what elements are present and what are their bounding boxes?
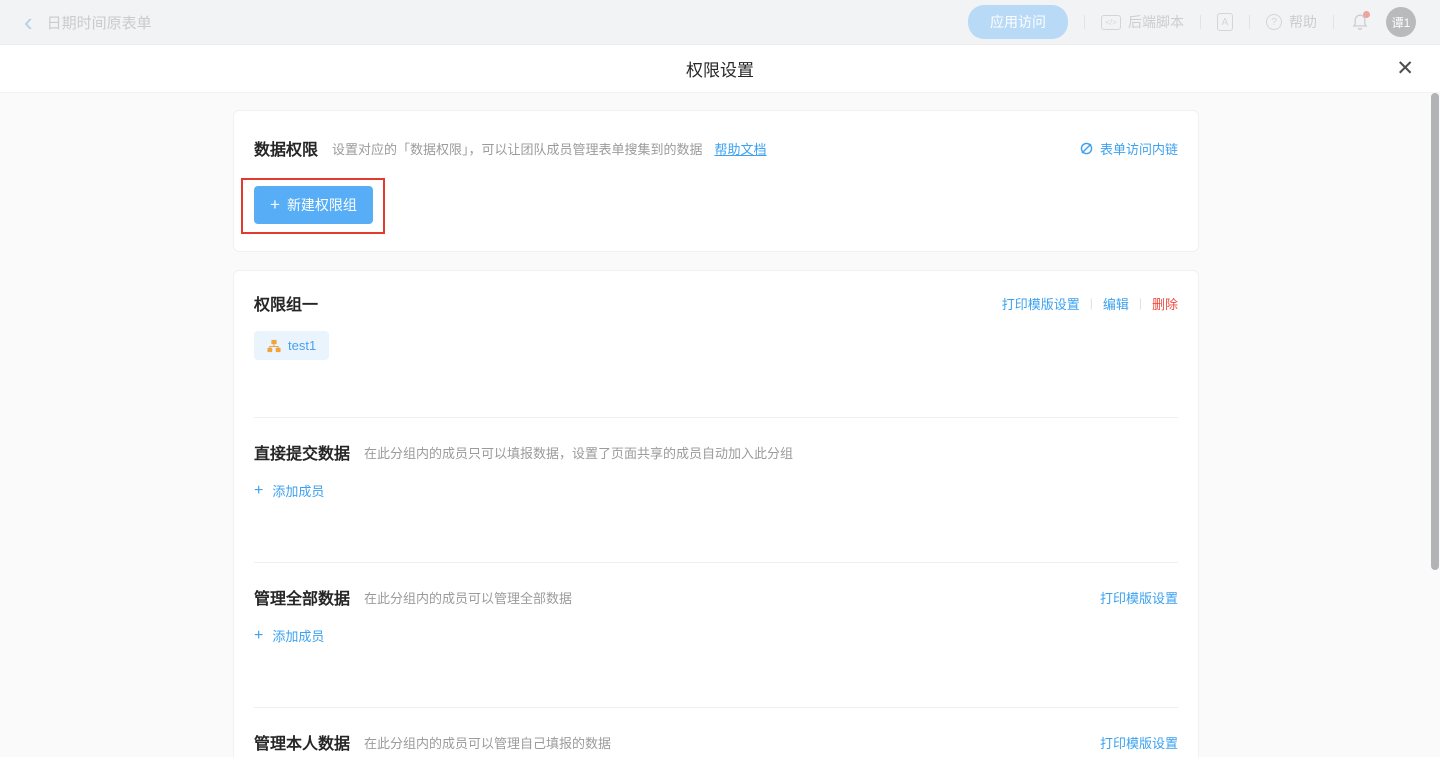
section-title: 直接提交数据: [254, 440, 350, 464]
section-direct-submit: 直接提交数据 在此分组内的成员只可以填报数据，设置了页面共享的成员自动加入此分组…: [254, 417, 1178, 562]
scrollbar-thumb[interactable]: [1431, 93, 1439, 570]
modal-title: 权限设置: [686, 56, 754, 81]
add-member-button[interactable]: + 添加成员: [254, 481, 324, 500]
new-permission-group-button[interactable]: + 新建权限组: [254, 186, 373, 224]
code-icon: </>: [1101, 15, 1121, 30]
print-template-link[interactable]: 打印模版设置: [1002, 294, 1080, 313]
address-book-button[interactable]: A: [1217, 13, 1233, 31]
backend-script-button[interactable]: </> 后端脚本: [1101, 12, 1184, 32]
data-permission-title: 数据权限: [254, 136, 318, 160]
plus-icon: +: [254, 629, 263, 643]
delete-link[interactable]: 删除: [1152, 294, 1178, 313]
address-book-icon: A: [1217, 13, 1233, 31]
plus-icon: +: [270, 197, 280, 213]
permission-group-card: 权限组一 打印模版设置 | 编辑 | 删除: [233, 270, 1199, 757]
data-permission-card: 数据权限 设置对应的「数据权限」，可以让团队成员管理表单搜集到的数据 帮助文档 …: [233, 110, 1199, 252]
avatar[interactable]: 谭1: [1386, 7, 1416, 37]
section-manage-own: 管理本人数据 在此分组内的成员可以管理自己填报的数据 打印模版设置: [254, 707, 1178, 754]
member-tag-label: test1: [288, 338, 316, 353]
action-separator: |: [1090, 296, 1093, 310]
section-description: 在此分组内的成员只可以填报数据，设置了页面共享的成员自动加入此分组: [364, 443, 793, 462]
add-member-label: 添加成员: [272, 481, 324, 500]
help-button[interactable]: ? 帮助: [1266, 12, 1317, 32]
permission-group-title: 权限组一: [254, 291, 318, 315]
section-description: 在此分组内的成员可以管理全部数据: [364, 588, 572, 607]
app-root: ‹ 日期时间原表单 应用访问 </> 后端脚本 A ? 帮助: [0, 0, 1440, 757]
notification-bell-button[interactable]: [1350, 12, 1370, 32]
modal-header: 权限设置 ✕: [0, 45, 1440, 93]
print-template-link[interactable]: 打印模版设置: [1100, 733, 1178, 752]
help-doc-link[interactable]: 帮助文档: [715, 139, 767, 158]
modal-body: 数据权限 设置对应的「数据权限」，可以让团队成员管理表单搜集到的数据 帮助文档 …: [0, 93, 1440, 757]
section-manage-all: 管理全部数据 在此分组内的成员可以管理全部数据 打印模版设置 + 添加成员: [254, 562, 1178, 707]
topbar-divider: [1249, 15, 1250, 29]
app-topbar: ‹ 日期时间原表单 应用访问 </> 后端脚本 A ? 帮助: [0, 0, 1440, 45]
permission-group-section: 权限组一 打印模版设置 | 编辑 | 删除: [254, 291, 1178, 417]
member-tag[interactable]: test1: [254, 331, 329, 360]
help-icon: ?: [1266, 14, 1282, 30]
add-member-label: 添加成员: [272, 626, 324, 645]
edit-link[interactable]: 编辑: [1103, 294, 1129, 313]
plus-icon: +: [254, 484, 263, 498]
action-separator: |: [1139, 296, 1142, 310]
help-label: 帮助: [1289, 12, 1317, 32]
section-description: 在此分组内的成员可以管理自己填报的数据: [364, 733, 611, 752]
back-icon[interactable]: ‹: [24, 12, 33, 32]
topbar-divider: [1084, 15, 1085, 29]
link-icon: [1079, 141, 1094, 156]
new-permission-group-label: 新建权限组: [287, 195, 357, 215]
add-member-button[interactable]: + 添加成员: [254, 626, 324, 645]
notification-dot: [1363, 11, 1370, 18]
backend-script-label: 后端脚本: [1128, 12, 1184, 32]
topbar-divider: [1333, 15, 1334, 29]
print-template-link[interactable]: 打印模版设置: [1100, 588, 1178, 607]
section-title: 管理全部数据: [254, 585, 350, 609]
data-permission-description: 设置对应的「数据权限」，可以让团队成员管理表单搜集到的数据: [332, 139, 703, 158]
section-title: 管理本人数据: [254, 730, 350, 754]
topbar-divider: [1200, 15, 1201, 29]
org-chart-icon: [267, 339, 281, 353]
close-icon[interactable]: ✕: [1396, 57, 1414, 81]
form-title: 日期时间原表单: [47, 12, 152, 33]
app-access-button[interactable]: 应用访问: [968, 5, 1068, 39]
form-access-link[interactable]: 表单访问内链: [1079, 139, 1178, 158]
form-access-link-label: 表单访问内链: [1100, 139, 1178, 158]
